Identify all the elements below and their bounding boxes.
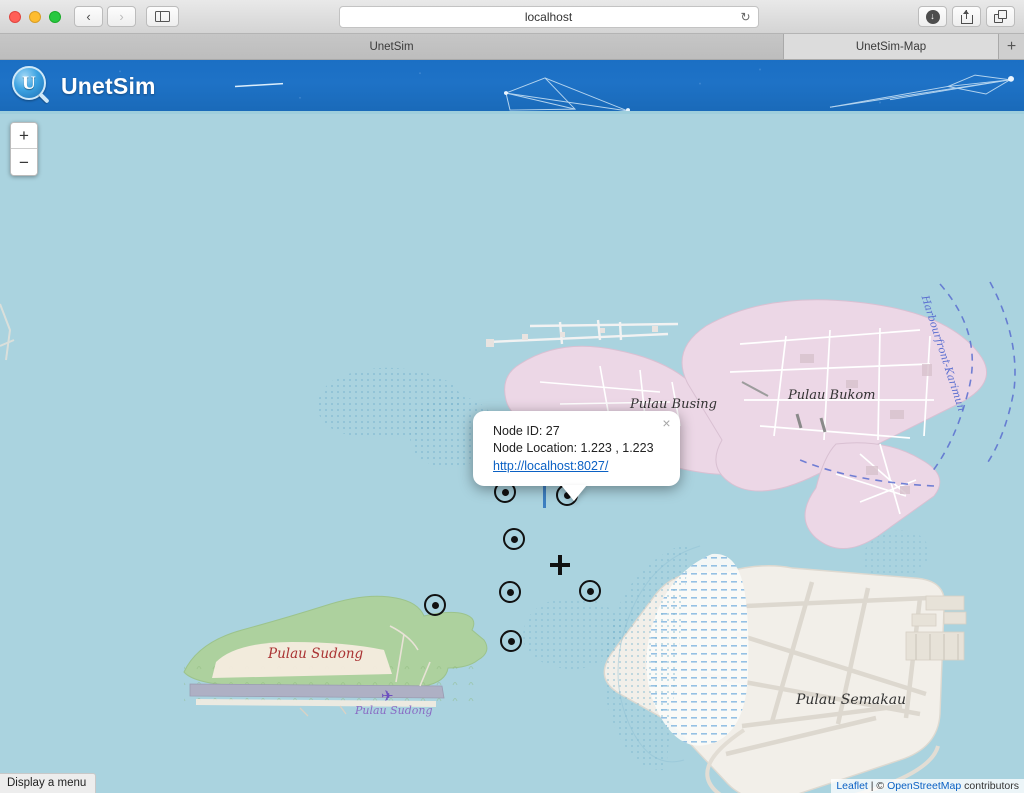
- share-button[interactable]: [952, 6, 981, 27]
- zoom-window-button[interactable]: [49, 10, 61, 23]
- close-window-button[interactable]: [9, 10, 21, 23]
- tab-label: UnetSim: [369, 40, 414, 53]
- chevron-left-icon: ‹: [86, 9, 91, 24]
- map-crosshair-marker[interactable]: [550, 555, 570, 575]
- sidebar-icon: [155, 11, 170, 22]
- chevron-right-icon: ›: [119, 9, 124, 24]
- toolbar-right-buttons: ↓: [918, 6, 1015, 27]
- tab-unetsim[interactable]: UnetSim: [0, 34, 784, 59]
- tab-unetsim-map[interactable]: UnetSim-Map: [784, 34, 999, 59]
- share-icon: [960, 9, 973, 24]
- back-button[interactable]: ‹: [74, 6, 103, 27]
- map-zoom-controls: + −: [10, 122, 38, 176]
- app-brand: U UnetSim: [12, 66, 156, 106]
- map-attribution: Leaflet | © OpenStreetMap contributors: [831, 779, 1024, 793]
- popup-node-id: Node ID: 27: [493, 424, 560, 438]
- airport-icon: ✈: [381, 688, 394, 705]
- tab-overview-icon: [993, 10, 1008, 23]
- node-marker[interactable]: [499, 581, 521, 603]
- node-marker[interactable]: [579, 580, 601, 602]
- download-icon: ↓: [925, 9, 940, 24]
- address-bar[interactable]: localhost ↻: [338, 5, 759, 28]
- node-marker[interactable]: [503, 528, 525, 550]
- sidebar-toggle-button[interactable]: [146, 6, 179, 27]
- app-title: UnetSim: [61, 72, 156, 99]
- downloads-button[interactable]: ↓: [918, 6, 947, 27]
- navigation-buttons: ‹ ›: [74, 6, 136, 27]
- zoom-in-button[interactable]: +: [11, 123, 37, 149]
- openstreetmap-link[interactable]: OpenStreetMap: [887, 780, 961, 792]
- leaflet-link[interactable]: Leaflet: [836, 780, 868, 792]
- attribution-tail: contributors: [961, 780, 1019, 792]
- app-banner: U UnetSim: [0, 60, 1024, 114]
- tab-overview-button[interactable]: [986, 6, 1015, 27]
- address-bar-container: localhost ↻: [179, 5, 918, 28]
- map-canvas[interactable]: + − Pulau Busing Pulau Bukom Pulau Semak…: [0, 114, 1024, 793]
- logo-letter: U: [22, 72, 36, 94]
- attribution-separator: | ©: [867, 780, 888, 792]
- url-text: localhost: [524, 9, 573, 24]
- tab-label: UnetSim-Map: [855, 40, 927, 53]
- plus-icon: +: [1006, 37, 1017, 55]
- node-marker[interactable]: [424, 594, 446, 616]
- status-bar: Display a menu: [0, 773, 97, 793]
- popup-node-link[interactable]: http://localhost:8027/: [493, 459, 608, 473]
- node-info-popup: × Node ID: 27 Node Location: 1.223 , 1.2…: [473, 411, 680, 501]
- popup-content: × Node ID: 27 Node Location: 1.223 , 1.2…: [473, 411, 680, 501]
- zoom-out-button[interactable]: −: [11, 149, 37, 175]
- minimize-window-button[interactable]: [29, 10, 41, 23]
- popup-close-icon[interactable]: ×: [662, 416, 670, 430]
- browser-toolbar: ‹ › localhost ↻ ↓: [0, 0, 1024, 34]
- tab-bar: UnetSim UnetSim-Map +: [0, 34, 1024, 60]
- node-marker[interactable]: [500, 630, 522, 652]
- forward-button[interactable]: ›: [107, 6, 136, 27]
- reload-icon[interactable]: ↻: [740, 10, 750, 24]
- new-tab-button[interactable]: +: [999, 34, 1024, 59]
- popup-node-location: Node Location: 1.223 , 1.223: [493, 441, 654, 455]
- browser-window: ‹ › localhost ↻ ↓ UnetSim UnetSim-Map + …: [0, 0, 1024, 793]
- window-traffic-lights: [9, 10, 61, 23]
- unetsim-logo-icon: U: [12, 66, 52, 106]
- popup-tip: [561, 485, 587, 501]
